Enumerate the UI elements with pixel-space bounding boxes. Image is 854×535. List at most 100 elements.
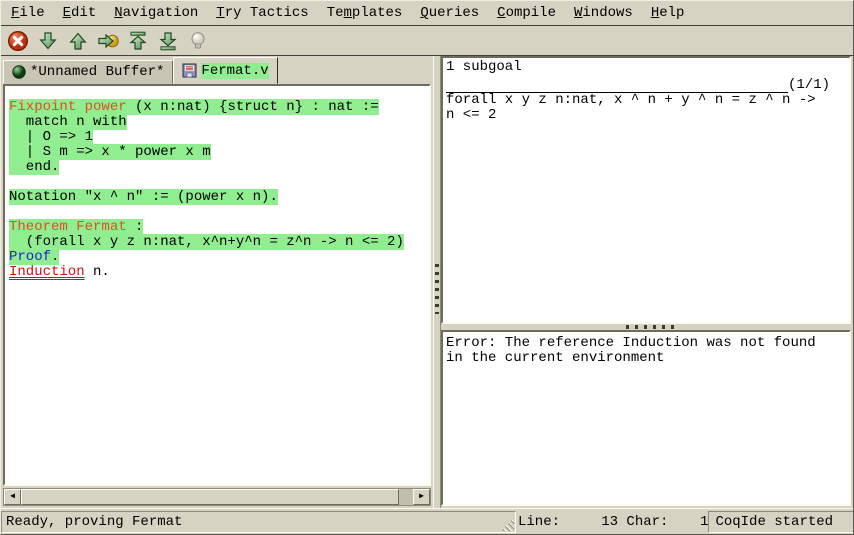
scroll-right-icon: ▶ <box>419 493 424 501</box>
status-message-panel: Ready, proving Fermat <box>1 511 516 533</box>
green-sphere-icon <box>12 65 26 79</box>
lightbulb-icon <box>187 30 209 52</box>
right-pane: 1 subgoal (1/1) forall x y z n:nat, x ^ … <box>441 56 853 508</box>
code-line[interactable]: | O => 1 <box>9 130 425 145</box>
script-notebook: *Unnamed Buffer* Fermat.v Fixpoint power <box>1 56 433 508</box>
go-to-cursor-button[interactable] <box>96 28 120 54</box>
resize-grip[interactable] <box>501 518 514 531</box>
floppy-save-icon <box>182 63 197 78</box>
messages-pane[interactable]: Error: The reference Induction was not f… <box>441 330 851 506</box>
step-forward-button[interactable] <box>36 28 60 54</box>
tab-fermat-label: Fermat.v <box>201 63 268 79</box>
arrow-to-top-icon <box>127 30 149 52</box>
menu-templates-label-rest: plates <box>352 5 402 21</box>
interrupt-button[interactable] <box>6 28 30 54</box>
menu-queries-label-rest: ueries <box>429 5 479 21</box>
menu-queries[interactable]: Queries <box>411 3 488 23</box>
line-label: Line: <box>518 514 560 530</box>
horizontal-splitter[interactable] <box>441 324 851 330</box>
step-backward-button[interactable] <box>66 28 90 54</box>
horizontal-scrollbar[interactable]: ◀ ▶ <box>3 488 431 506</box>
app-status-panel: CoqIde started <box>708 511 854 533</box>
subgoal-count: 1 subgoal <box>446 60 846 77</box>
code-line[interactable]: Theorem Fermat : <box>9 220 425 235</box>
menu-try-tactics-label-rest: ry Tactics <box>225 5 309 21</box>
restart-button[interactable] <box>126 28 150 54</box>
code-line-blank[interactable] <box>9 205 425 220</box>
script-editor[interactable]: Fixpoint power (x n:nat) {struct n} : na… <box>3 84 431 486</box>
code-text: | S m => x * power x m <box>9 144 211 160</box>
cursor-position: Line:13 Char:1 <box>518 511 708 533</box>
menu-windows[interactable]: Windows <box>565 3 642 23</box>
code-text: | O => 1 <box>9 129 93 145</box>
toolbar <box>1 26 853 56</box>
tab-unnamed-buffer-label: *Unnamed Buffer* <box>30 64 164 80</box>
menu-help[interactable]: Help <box>642 3 694 23</box>
splitter-handle-icon <box>435 264 439 314</box>
code-text: n. <box>85 264 110 280</box>
coqide-window: File Edit Navigation Try Tactics Templat… <box>0 0 854 535</box>
code-line[interactable]: Proof. <box>9 250 425 265</box>
menu-navigation[interactable]: Navigation <box>105 3 207 23</box>
arrow-to-bottom-icon <box>157 30 179 52</box>
code-line[interactable]: Induction n. <box>9 265 425 280</box>
menu-compile-accel: C <box>497 5 505 21</box>
code-line-blank[interactable] <box>9 175 425 190</box>
status-bar: Ready, proving Fermat Line:13 Char:1 Coq… <box>1 508 853 534</box>
hint-button[interactable] <box>186 28 210 54</box>
code-text: match n with <box>9 114 127 130</box>
goal-counter: (1/1) <box>788 78 830 93</box>
code-text: : <box>127 219 144 235</box>
menu-edit-label-rest: dit <box>71 5 96 21</box>
arrow-down-icon <box>37 30 59 52</box>
scroll-left-icon: ◀ <box>10 493 15 501</box>
goals-pane[interactable]: 1 subgoal (1/1) forall x y z n:nat, x ^ … <box>441 56 851 324</box>
tab-row: *Unnamed Buffer* Fermat.v <box>1 56 433 84</box>
code-keyword: Fixpoint power <box>9 99 127 115</box>
scroll-left-button[interactable]: ◀ <box>4 489 21 505</box>
tab-fermat[interactable]: Fermat.v <box>173 57 277 84</box>
menu-compile[interactable]: Compile <box>488 3 565 23</box>
code-line[interactable]: (forall x y z n:nat, x^n+y^n = z^n -> n … <box>9 235 425 250</box>
code-error-token: Induction <box>9 264 85 280</box>
menu-bar: File Edit Navigation Try Tactics Templat… <box>1 1 853 26</box>
code-line[interactable]: | S m => x * power x m <box>9 145 425 160</box>
char-value: 1 <box>668 514 708 530</box>
main-area: *Unnamed Buffer* Fermat.v Fixpoint power <box>1 56 853 508</box>
error-message-line: Error: The reference Induction was not f… <box>446 336 846 351</box>
menu-edit[interactable]: Edit <box>54 3 106 23</box>
splitter-handle-icon <box>626 325 674 329</box>
code-text: end. <box>9 159 59 175</box>
scrollbar-thumb[interactable] <box>21 489 399 505</box>
scroll-right-button[interactable]: ▶ <box>413 489 430 505</box>
code-line[interactable]: Notation "x ^ n" := (power x n). <box>9 190 425 205</box>
goal-statement-line: forall x y z n:nat, x ^ n + y ^ n = z ^ … <box>446 93 846 108</box>
goal-separator-line <box>446 77 788 93</box>
menu-compile-label-rest: ompile <box>506 5 556 21</box>
menu-navigation-accel: N <box>114 5 122 21</box>
menu-templates[interactable]: Templates <box>318 3 412 23</box>
app-status: CoqIde started <box>715 514 833 530</box>
goal-statement-line: n <= 2 <box>446 108 846 123</box>
menu-templates-accel: m <box>344 5 352 21</box>
line-value: 13 <box>560 514 618 530</box>
menu-file[interactable]: File <box>2 3 54 23</box>
menu-try-tactics-accel: T <box>216 5 224 21</box>
goal-separator-row: (1/1) <box>446 77 846 93</box>
tab-unnamed-buffer[interactable]: *Unnamed Buffer* <box>3 60 173 84</box>
char-label: Char: <box>626 514 668 530</box>
code-text: (forall x y z n:nat, x^n+y^n = z^n -> n … <box>9 234 404 250</box>
code-text: . <box>51 249 59 265</box>
stop-icon <box>7 30 29 52</box>
menu-try-tactics[interactable]: Try Tactics <box>207 3 317 23</box>
error-message-line: in the current environment <box>446 351 846 366</box>
go-to-end-button[interactable] <box>156 28 180 54</box>
code-line[interactable]: match n with <box>9 115 425 130</box>
menu-edit-accel: E <box>63 5 71 21</box>
menu-templates-label: Te <box>327 5 344 21</box>
code-line[interactable]: Fixpoint power (x n:nat) {struct n} : na… <box>9 100 425 115</box>
code-line[interactable]: end. <box>9 160 425 175</box>
code-proof-keyword: Proof <box>9 249 51 265</box>
status-message: Ready, proving Fermat <box>6 514 182 530</box>
vertical-splitter[interactable] <box>433 56 441 508</box>
